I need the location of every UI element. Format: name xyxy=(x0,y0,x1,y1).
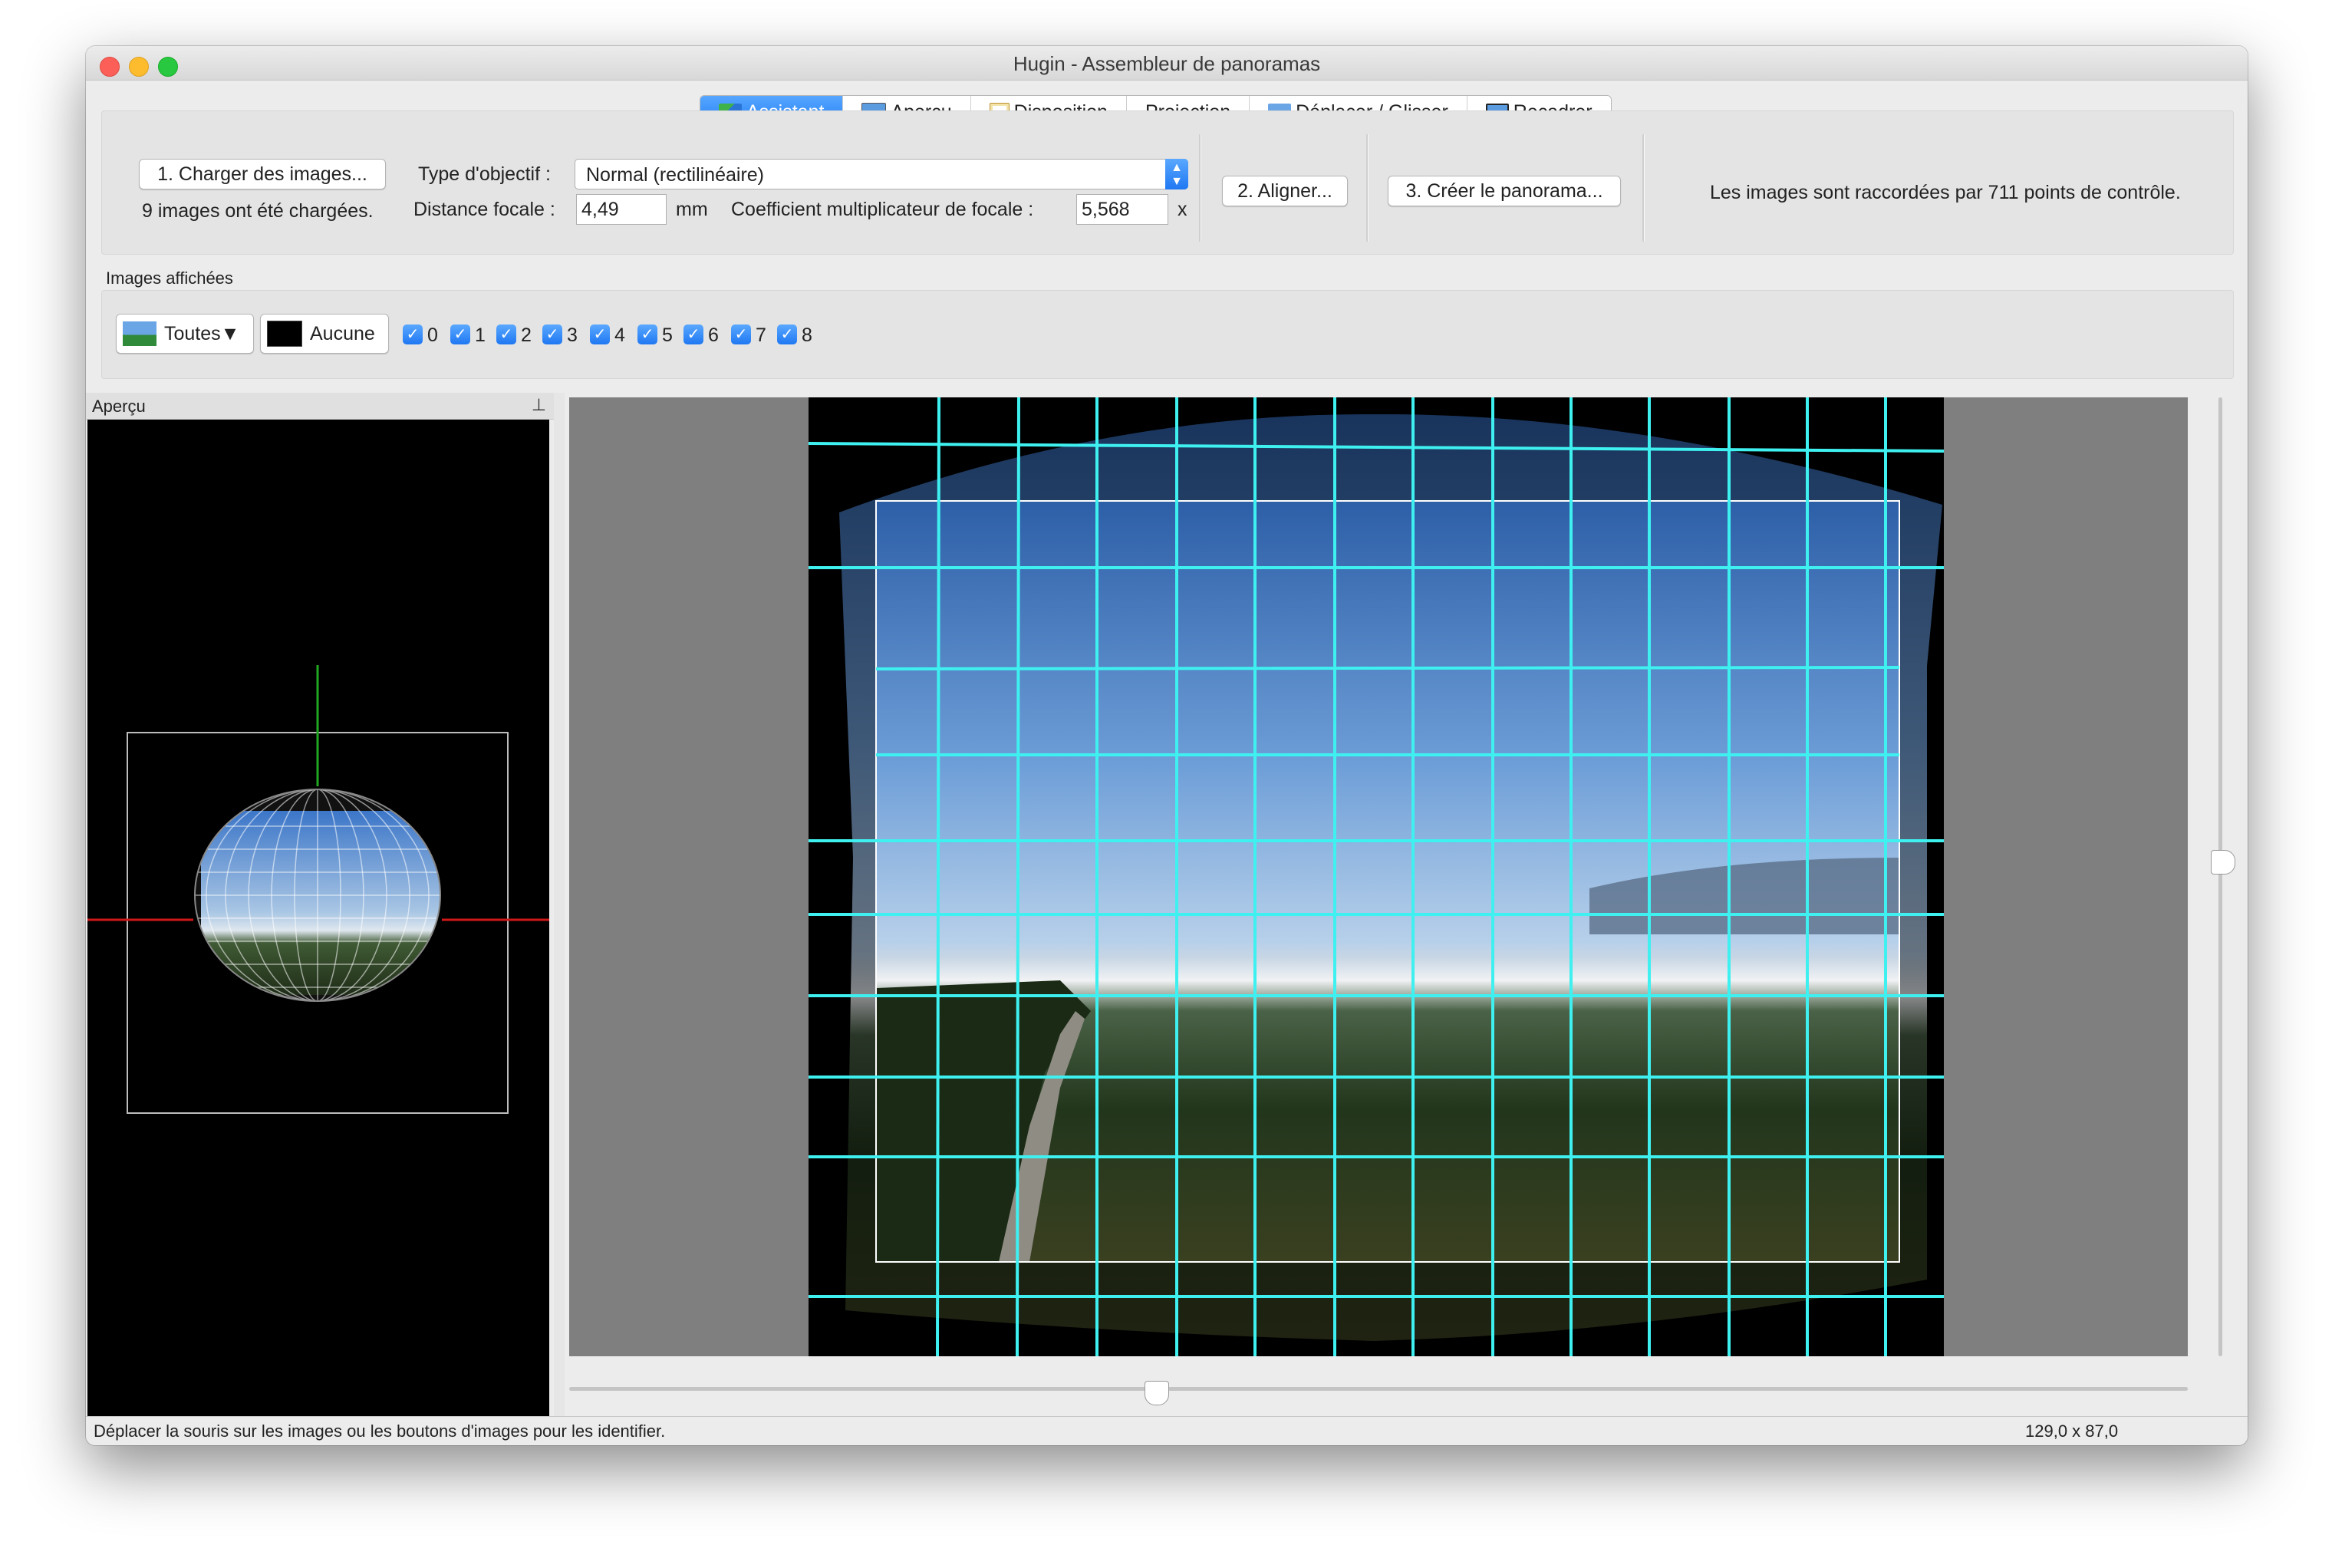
image-checkbox-1[interactable]: ✓ xyxy=(450,324,470,344)
displayed-images-panel: Toutes▼ Aucune ✓ 0 ✓ 1 ✓ 2 ✓ 3 ✓ 4 ✓ 5 ✓… xyxy=(101,290,2234,379)
window-title: Hugin - Assembleur de panoramas xyxy=(1013,52,1321,75)
image-checkbox-0[interactable]: ✓ xyxy=(403,324,423,344)
splitter-handle[interactable] xyxy=(554,393,565,1416)
image-checkbox-label: 3 xyxy=(567,324,578,346)
no-images-label: Aucune xyxy=(310,322,375,344)
lens-type-select[interactable]: Normal (rectilinéaire) ▲ ▼ xyxy=(575,159,1188,189)
lens-type-value: Normal (rectilinéaire) xyxy=(586,164,764,186)
all-images-button[interactable]: Toutes▼ xyxy=(116,314,254,354)
image-checkbox-label: 8 xyxy=(802,324,812,346)
image-checkbox-label: 7 xyxy=(756,324,766,346)
overview-canvas[interactable] xyxy=(87,420,549,1417)
select-arrows-icon: ▲ ▼ xyxy=(1165,159,1188,189)
title-bar: Hugin - Assembleur de panoramas xyxy=(86,46,2248,81)
align-button[interactable]: 2. Aligner... xyxy=(1222,176,1348,206)
slider-thumb[interactable] xyxy=(1145,1381,1169,1405)
separator xyxy=(1199,134,1201,242)
lens-type-label: Type d'objectif : xyxy=(418,163,551,185)
vertical-fov-slider[interactable] xyxy=(2209,397,2235,1356)
image-checkbox-label: 5 xyxy=(662,324,673,346)
overview-panel-title: Aperçu xyxy=(92,397,146,416)
pin-icon[interactable]: ⊥ xyxy=(532,395,546,415)
crop-factor-unit: x xyxy=(1178,199,1187,220)
control-points-status: Les images sont raccordées par 711 point… xyxy=(1710,182,2181,203)
overview-sphere xyxy=(87,665,549,1114)
image-checkbox-label: 4 xyxy=(614,324,625,346)
image-checkbox-label: 6 xyxy=(708,324,719,346)
crop-factor-label: Coefficient multiplicateur de focale : xyxy=(731,199,1034,220)
assistant-panel: 1. Charger des images... 9 images ont ét… xyxy=(101,110,2234,255)
slider-thumb[interactable] xyxy=(2211,850,2235,875)
image-checkbox-4[interactable]: ✓ xyxy=(590,324,610,344)
status-message: Déplacer la souris sur les images ou les… xyxy=(94,1421,666,1441)
load-images-button[interactable]: 1. Charger des images... xyxy=(139,159,386,189)
image-checkbox-3[interactable]: ✓ xyxy=(542,324,562,344)
all-images-label: Toutes▼ xyxy=(164,322,240,344)
separator xyxy=(1366,134,1369,242)
image-checkbox-2[interactable]: ✓ xyxy=(496,324,516,344)
image-checkbox-7[interactable]: ✓ xyxy=(731,324,751,344)
focal-length-unit: mm xyxy=(676,199,708,220)
slider-track xyxy=(569,1387,2188,1391)
panorama-canvas xyxy=(808,397,1945,1357)
image-checkbox-label: 2 xyxy=(521,324,532,346)
fov-readout: 129,0 x 87,0 xyxy=(2025,1421,2119,1441)
main-window: Hugin - Assembleur de panoramas Assistan… xyxy=(86,46,2248,1445)
images-loaded-status: 9 images ont été chargées. xyxy=(142,200,374,222)
image-checkbox-8[interactable]: ✓ xyxy=(777,324,797,344)
overview-panel-header: Aperçu ⊥ xyxy=(86,393,554,420)
slider-track xyxy=(2218,397,2222,1356)
horizontal-fov-slider[interactable] xyxy=(569,1381,2188,1405)
focal-length-input[interactable] xyxy=(576,194,667,225)
status-bar: Déplacer la souris sur les images ou les… xyxy=(86,1416,2248,1445)
image-checkbox-label: 0 xyxy=(427,324,438,346)
displayed-images-label: Images affichées xyxy=(106,268,233,288)
image-checkbox-label: 1 xyxy=(475,324,486,346)
focal-length-label: Distance focale : xyxy=(413,199,555,220)
separator xyxy=(1642,134,1645,242)
no-images-button[interactable]: Aucune xyxy=(260,314,389,354)
create-panorama-button[interactable]: 3. Créer le panorama... xyxy=(1388,176,1621,206)
panorama-preview[interactable] xyxy=(569,397,2188,1357)
image-checkbox-5[interactable]: ✓ xyxy=(637,324,657,344)
image-checkbox-6[interactable]: ✓ xyxy=(683,324,703,344)
crop-factor-input[interactable] xyxy=(1076,194,1168,225)
no-images-icon xyxy=(267,321,302,347)
all-images-icon xyxy=(123,321,156,346)
